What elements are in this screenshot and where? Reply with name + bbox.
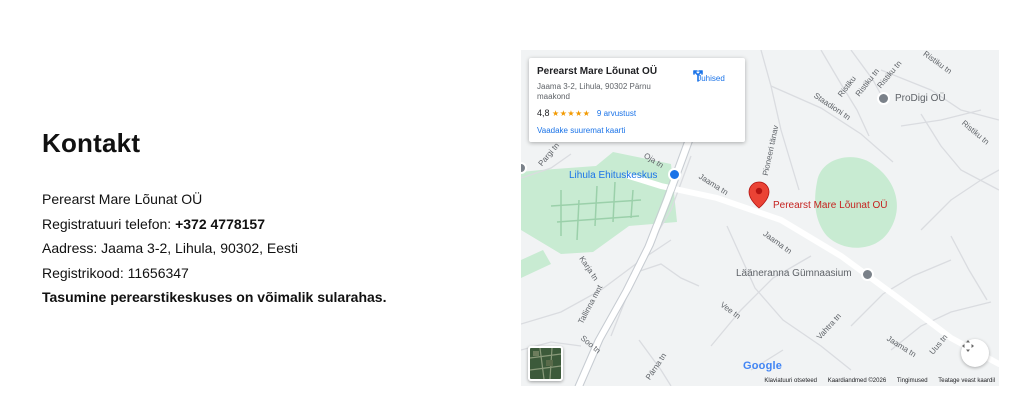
shopping-poi-icon[interactable] <box>668 168 681 181</box>
larger-map-link[interactable]: Vaadake suuremat kaarti <box>537 126 625 135</box>
directions-button[interactable]: Juhised <box>691 68 731 86</box>
satellite-layer-button[interactable] <box>528 346 563 381</box>
payment-note-text: Tasumine perearstikeskuses on võimalik s… <box>42 289 387 305</box>
rating-value: 4,8 <box>537 108 550 118</box>
phone-number: +372 4778157 <box>175 215 266 232</box>
map-footer: Klaviatuuri otseteed Kaardiandmed ©2026 … <box>755 378 995 384</box>
embedded-map[interactable]: ProDigi OÜ Lihula Ehituskeskus Läänerann… <box>521 50 999 386</box>
place-rating: 4,8 ★★★★★ 9 arvustust <box>537 108 636 118</box>
google-logo: Google <box>743 360 783 372</box>
clinic-name: Perearst Mare Lõunat OÜ <box>42 191 203 207</box>
map-data-text: Kaardiandmed ©2026 <box>827 378 887 384</box>
payment-note: Tasumine perearstikeskuses on võimalik s… <box>42 285 482 310</box>
satellite-thumbnail-icon <box>530 348 561 379</box>
reviews-link[interactable]: 9 arvustust <box>597 109 636 118</box>
gymnasium-label[interactable]: Lääneranna Gümnaasium <box>736 268 852 279</box>
pin-label[interactable]: Perearst Mare Lõunat OÜ <box>773 200 888 211</box>
report-error-link[interactable]: Teatage veast kaardil <box>938 378 995 384</box>
phone-label: Registratuuri telefon: <box>42 215 176 232</box>
fullscreen-icon <box>962 340 974 352</box>
rating-stars-icon: ★★★★★ <box>552 109 591 118</box>
terms-link[interactable]: Tingimused <box>897 378 928 384</box>
address-line: Aadress: Jaama 3-2, Lihula, 90302, Eesti <box>42 240 299 256</box>
place-info-card: Perearst Mare Lõunat OÜ Jaama 3-2, Lihul… <box>529 58 745 142</box>
contact-title: Kontakt <box>42 128 141 158</box>
place-name: Perearst Mare Lõunat OÜ <box>537 66 658 77</box>
contact-section: Kontakt Perearst Mare Lõunat OÜ Registra… <box>42 128 482 310</box>
place-address: Jaama 3-2, Lihula, 90302 Pärnu maakond <box>537 82 651 101</box>
prodigi-label[interactable]: ProDigi OÜ <box>895 93 946 104</box>
ehituskeskus-label[interactable]: Lihula Ehituskeskus <box>569 170 657 181</box>
reg-code-line: Registrikood: 11656347 <box>42 264 189 281</box>
fullscreen-button[interactable] <box>961 339 989 367</box>
prodigi-poi-icon[interactable] <box>877 92 890 105</box>
keyboard-shortcuts-link[interactable]: Klaviatuuri otseteed <box>764 378 817 384</box>
school-poi-icon[interactable] <box>861 268 874 281</box>
directions-icon <box>693 70 703 82</box>
phone-line: Registratuuri telefon: +372 4778157 <box>42 212 482 237</box>
